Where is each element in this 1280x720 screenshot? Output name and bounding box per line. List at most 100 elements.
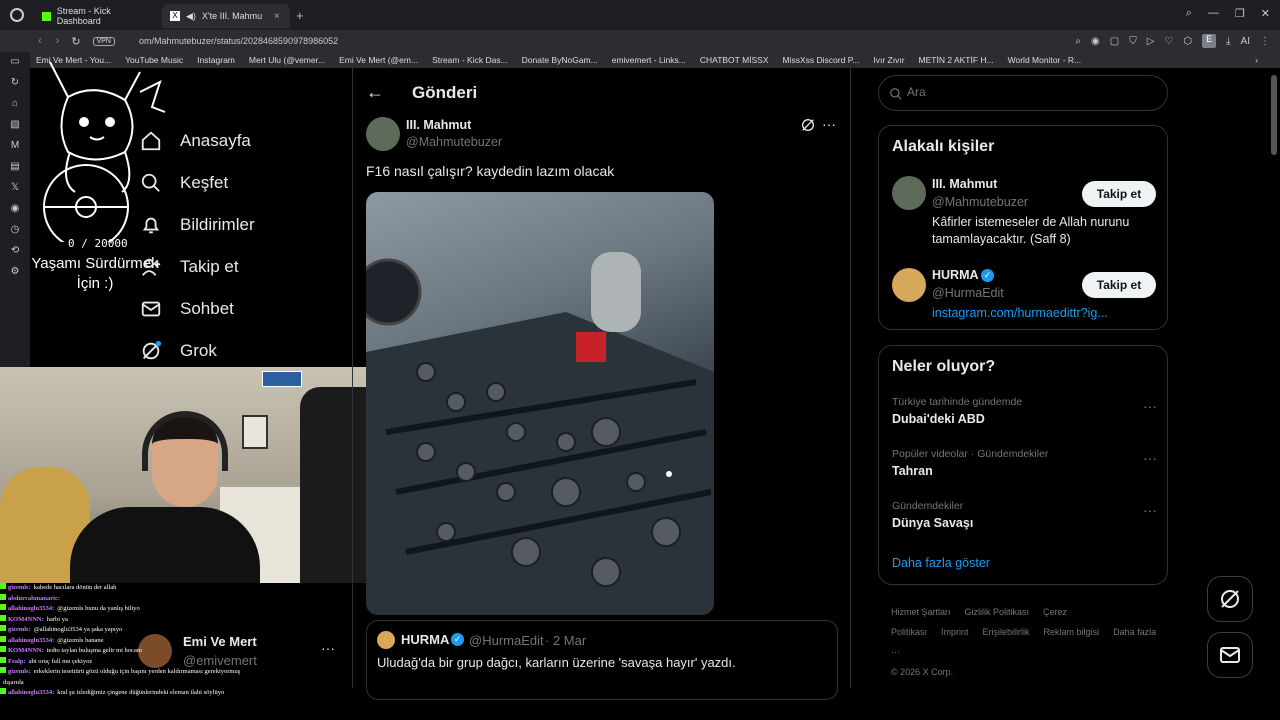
- chat-username[interactable]: KOM4NNN:: [8, 647, 44, 654]
- trend-more-icon[interactable]: ···: [1143, 450, 1157, 466]
- bookmark-item[interactable]: Mert Ulu (@vemer...: [249, 55, 325, 65]
- trend-item[interactable]: Popüler videolar · Gündemdekiler Tahran …: [892, 448, 1157, 488]
- tab-x-post[interactable]: X ◀) X'te III. Mahmut: "F16 ×: [162, 4, 290, 28]
- vpn-badge[interactable]: VPN: [92, 36, 115, 46]
- messages-float-button[interactable]: [1207, 632, 1253, 678]
- chat-username[interactable]: gizemls:: [8, 626, 31, 633]
- page-scrollbar[interactable]: [1271, 75, 1277, 155]
- grok-explain-icon[interactable]: [800, 117, 816, 133]
- bookmark-item[interactable]: emivemert - Links...: [612, 55, 686, 65]
- footer-link[interactable]: Erişilebilirlik: [983, 627, 1030, 637]
- nav-grok[interactable]: Grok: [140, 340, 217, 362]
- related-person-avatar[interactable]: [892, 268, 926, 302]
- share-icon[interactable]: ⟲: [11, 245, 19, 256]
- tab-kick-dashboard[interactable]: Stream - Kick Dashboard: [34, 4, 162, 28]
- post-author-name[interactable]: III. Mahmut: [406, 118, 471, 132]
- speaker-icon[interactable]: ◀): [186, 11, 196, 22]
- menu-icon[interactable]: ⋮: [1260, 36, 1270, 47]
- nav-home[interactable]: Anasayfa: [140, 130, 251, 152]
- bookmark-item[interactable]: Emi Ve Mert (@em...: [339, 55, 418, 65]
- trend-more-icon[interactable]: ···: [1143, 398, 1157, 414]
- follow-button[interactable]: Takip et: [1082, 181, 1156, 207]
- nav-notifications[interactable]: Bildirimler: [140, 214, 255, 236]
- new-tab-button[interactable]: +: [296, 8, 304, 23]
- bag-icon[interactable]: ⌂: [12, 98, 18, 109]
- follow-button[interactable]: Takip et: [1082, 272, 1156, 298]
- forward-icon[interactable]: ›: [56, 35, 60, 47]
- bookmark-item[interactable]: Stream - Kick Das...: [432, 55, 508, 65]
- show-more-link[interactable]: Daha fazla göster: [892, 556, 990, 570]
- footer-link[interactable]: Reklam bilgisi: [1044, 627, 1100, 637]
- search-input[interactable]: [907, 85, 1147, 99]
- trend-more-icon[interactable]: ···: [1143, 502, 1157, 518]
- post-author-handle[interactable]: @Mahmutebuzer: [406, 135, 502, 149]
- trend-item[interactable]: Gündemdekiler Dünya Savaşı ···: [892, 500, 1157, 540]
- snapshot-icon[interactable]: ▢: [1110, 36, 1119, 47]
- wallet-icon[interactable]: ▧: [10, 119, 19, 130]
- camera-icon[interactable]: ◉: [1091, 36, 1100, 47]
- shield-icon[interactable]: ⛉: [1129, 36, 1137, 47]
- chat-username[interactable]: gizemls:: [8, 584, 31, 591]
- history-icon[interactable]: ↻: [11, 77, 19, 88]
- search-tabs-icon[interactable]: ⌕: [1186, 7, 1192, 20]
- mail-icon[interactable]: M: [11, 140, 19, 151]
- bookmark-item[interactable]: Instagram: [197, 55, 235, 65]
- nav-explore[interactable]: Keşfet: [140, 172, 228, 194]
- play-icon[interactable]: ▷: [1147, 36, 1155, 47]
- chat-username[interactable]: allahinoglu3534:: [8, 689, 54, 696]
- bookmark-item[interactable]: Ivır Zıvır: [873, 55, 904, 65]
- close-window-icon[interactable]: ✕: [1261, 7, 1270, 20]
- extensions-icon[interactable]: ⬡: [1183, 36, 1192, 47]
- clock-icon[interactable]: ◷: [11, 224, 20, 235]
- bookmark-item[interactable]: CHATBOT MİSSX: [700, 55, 769, 65]
- chat-username[interactable]: KOM4NNN:: [8, 616, 44, 623]
- settings-icon[interactable]: ⚙: [11, 266, 20, 277]
- minimize-icon[interactable]: —: [1208, 7, 1219, 20]
- kick-badge-icon: [0, 614, 6, 621]
- zoom-icon[interactable]: ⌕: [1075, 36, 1081, 47]
- bookmark-item[interactable]: Donate ByNoGam...: [522, 55, 598, 65]
- x-sidebar-icon[interactable]: 𝕏: [11, 182, 19, 193]
- post-author-avatar[interactable]: [366, 117, 400, 151]
- nav-chat[interactable]: Sohbet: [140, 298, 234, 320]
- reload-icon[interactable]: ↻: [71, 35, 80, 48]
- chat-username[interactable]: allahinoglu3534:: [8, 637, 54, 644]
- search-box[interactable]: [878, 75, 1168, 111]
- restore-icon[interactable]: ❐: [1235, 7, 1245, 20]
- footer-link[interactable]: Gizlilik Politikası: [965, 607, 1030, 617]
- messenger-icon[interactable]: ▭: [10, 56, 19, 67]
- trend-item[interactable]: Türkiye tarihinde gündemde Dubai'deki AB…: [892, 396, 1157, 436]
- chat-username[interactable]: abdurrahmanaric:: [8, 595, 60, 602]
- profile-link[interactable]: instagram.com/hurmaedittr?ig...: [932, 306, 1108, 320]
- bookmarks-more-icon[interactable]: ›: [1255, 55, 1258, 65]
- player-icon[interactable]: ◉: [11, 203, 20, 214]
- bookmark-item[interactable]: World Monitor - R...: [1008, 55, 1082, 65]
- chat-username[interactable]: allahinoglu3534:: [8, 605, 54, 612]
- download-icon[interactable]: ⤓: [1226, 36, 1230, 47]
- chat-username[interactable]: Fealp:: [8, 658, 26, 665]
- opera-logo-icon[interactable]: [10, 8, 24, 22]
- post-more-icon[interactable]: ···: [822, 116, 836, 132]
- chat-message: KOM4NNN: harbi ya: [0, 614, 300, 626]
- nav-follow[interactable]: Takip et: [140, 256, 239, 278]
- bookmark-item[interactable]: METİN 2 AKTİF H...: [919, 55, 994, 65]
- chat-message: gizemls: @allahinoglu3534 ya şaka yapıyo: [0, 625, 300, 636]
- url-field[interactable]: om/Mahmutebuzer/status/20284685909789860…: [139, 36, 338, 46]
- quoted-post[interactable]: HURMA ✓ @HurmaEdit · 2 Mar Uludağ'da bir…: [366, 620, 838, 700]
- footer-link[interactable]: Imprint: [941, 627, 969, 637]
- profile-avatar[interactable]: E: [1202, 34, 1217, 48]
- post-video[interactable]: [366, 192, 714, 615]
- back-arrow-icon[interactable]: ←: [366, 82, 384, 103]
- search-icon: [890, 88, 902, 100]
- chat-username[interactable]: gizemls:: [8, 668, 31, 675]
- related-person-avatar[interactable]: [892, 176, 926, 210]
- heart-icon[interactable]: ♡: [1164, 36, 1173, 47]
- account-more-icon[interactable]: ···: [321, 640, 335, 656]
- back-icon[interactable]: ‹: [38, 35, 42, 47]
- note-icon[interactable]: ▤: [10, 161, 19, 172]
- grok-float-button[interactable]: [1207, 576, 1253, 622]
- footer-link[interactable]: Hizmet Şartları: [891, 607, 951, 617]
- bookmark-item[interactable]: MissXss Discord P...: [783, 55, 860, 65]
- ai-button[interactable]: AI: [1241, 36, 1250, 47]
- close-tab-icon[interactable]: ×: [274, 11, 280, 22]
